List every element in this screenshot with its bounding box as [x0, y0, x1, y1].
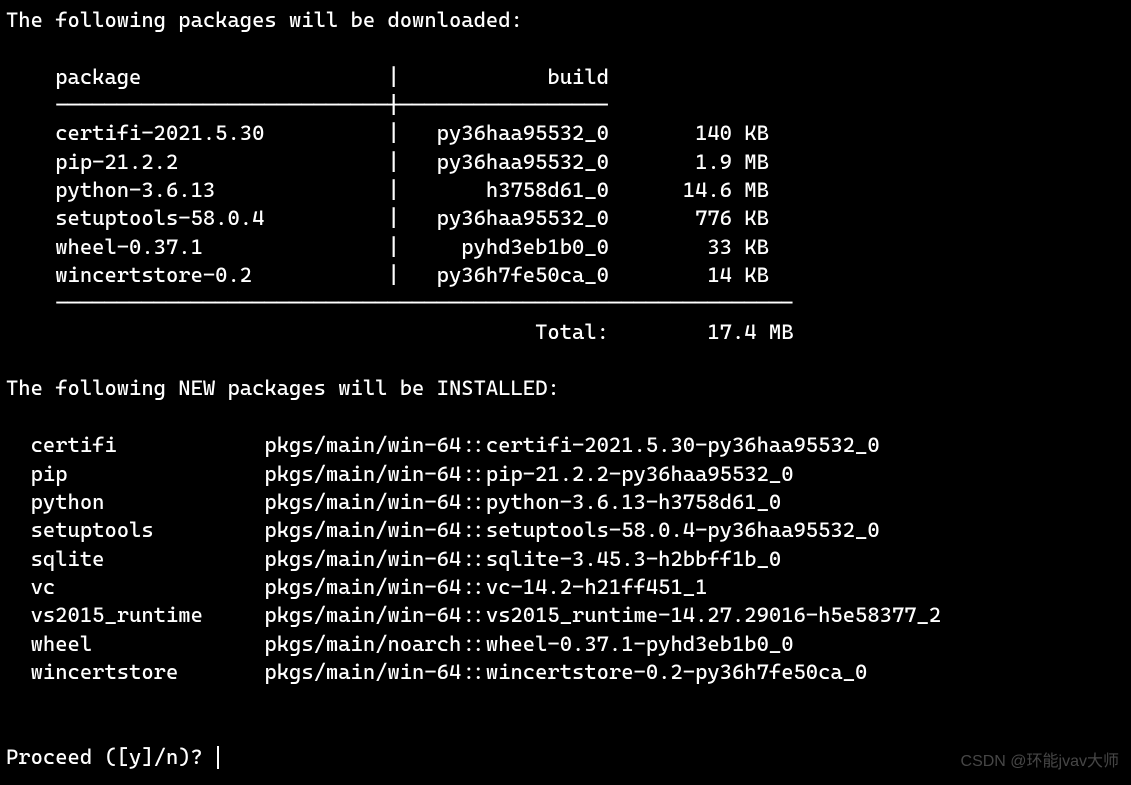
proceed-prompt[interactable]: Proceed ([y]/n)? [6, 745, 215, 769]
terminal-output: The following packages will be downloade… [0, 0, 1131, 771]
total-value: 17.4 MB [707, 320, 793, 344]
col-package: package [55, 65, 141, 89]
col-build: build [547, 65, 609, 89]
download-header: The following packages will be downloade… [6, 8, 523, 32]
total-label: Total: [535, 320, 609, 344]
install-header: The following NEW packages will be INSTA… [6, 376, 560, 400]
cursor [217, 746, 219, 769]
watermark: CSDN @环能jvav大师 [961, 751, 1119, 773]
